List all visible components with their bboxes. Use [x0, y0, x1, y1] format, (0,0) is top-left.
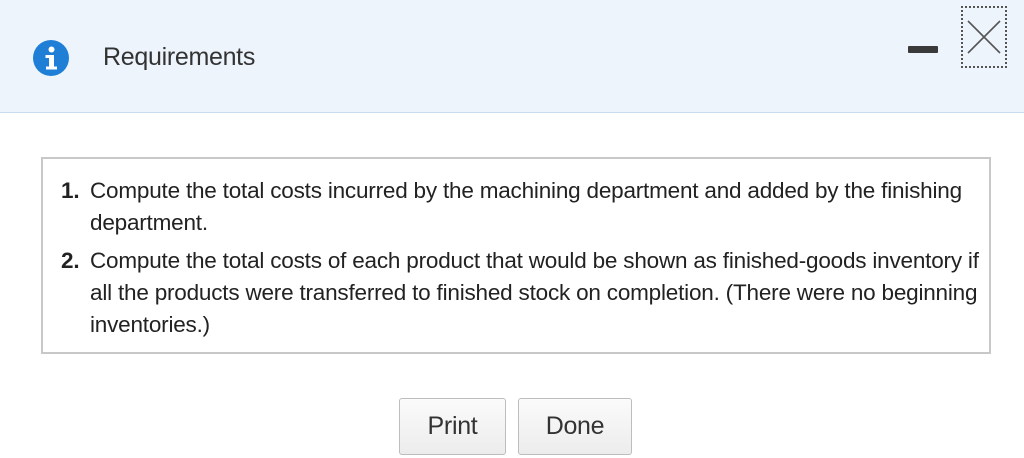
print-button[interactable]: Print — [399, 398, 506, 455]
info-icon — [33, 40, 69, 76]
list-item: 2. Compute the total costs of each produ… — [61, 245, 991, 341]
requirement-text: Compute the total costs of each product … — [90, 248, 979, 337]
dialog-header: Requirements — [0, 0, 1024, 113]
requirement-number: 1. — [61, 178, 80, 203]
dialog-title: Requirements — [103, 43, 256, 71]
done-button[interactable]: Done — [518, 398, 632, 455]
requirement-text: Compute the total costs incurred by the … — [90, 178, 962, 235]
requirement-number: 2. — [61, 248, 80, 273]
requirements-box: 1. Compute the total costs incurred by t… — [41, 157, 991, 354]
minimize-icon[interactable] — [908, 44, 938, 54]
close-icon[interactable] — [961, 6, 1007, 68]
requirements-dialog: Requirements 1. Compute the total costs … — [0, 0, 1024, 458]
list-item: 1. Compute the total costs incurred by t… — [61, 175, 991, 239]
